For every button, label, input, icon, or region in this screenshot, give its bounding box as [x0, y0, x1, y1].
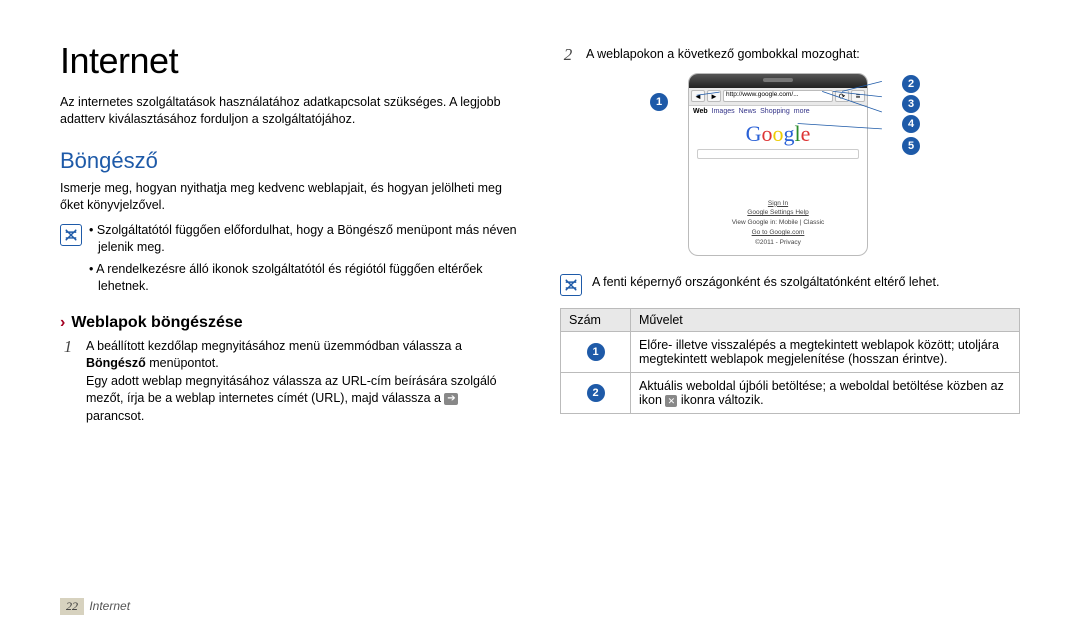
footer-section: Internet — [89, 599, 130, 613]
step1-text-a: A beállított kezdőlap megnyitásához menü… — [86, 339, 462, 353]
row-text: Előre- illetve visszalépés a megtekintet… — [631, 332, 1020, 373]
intro-text: Az internetes szolgáltatások használatáh… — [60, 94, 520, 128]
note-box-right: A fenti képernyő országonként és szolgál… — [560, 272, 1020, 296]
step2-text: A weblapokon a következő gombokkal mozog… — [586, 46, 860, 65]
stop-x-icon: ✕ — [665, 395, 677, 407]
callout-2: 2 — [902, 75, 920, 93]
note-bullet-list: Szolgáltatótól függően előfordulhat, hog… — [92, 222, 520, 300]
browser-intro: Ismerje meg, hogyan nyithatja meg kedven… — [60, 180, 520, 214]
note-bullet: A rendelkezésre álló ikonok szolgáltatót… — [92, 261, 520, 296]
col-num-header: Szám — [561, 309, 631, 332]
step-number: 1 — [60, 338, 76, 426]
callout-1: 1 — [650, 93, 668, 111]
callout-5: 5 — [902, 137, 920, 155]
step1-text-b: menüpontot. — [146, 356, 219, 370]
step-1: 1 A beállított kezdőlap megnyitásához me… — [60, 338, 520, 426]
callout-lines — [660, 73, 920, 257]
table-row: 2 Aktuális weboldal újbóli betöltése; a … — [561, 373, 1020, 414]
note-bullet: Szolgáltatótól függően előfordulhat, hog… — [92, 222, 520, 257]
note-box-left: Szolgáltatótól függően előfordulhat, hog… — [60, 222, 520, 300]
chevron-icon: › — [60, 314, 65, 332]
section-browser-heading: Böngésző — [60, 148, 520, 174]
col-op-header: Művelet — [631, 309, 1020, 332]
step1-bold: Böngésző — [86, 356, 146, 370]
page-footer: 22 Internet — [60, 598, 130, 615]
operations-table: Szám Művelet 1 Előre- illetve visszalépé… — [560, 308, 1020, 414]
page-number: 22 — [60, 598, 84, 615]
page-title: Internet — [60, 40, 520, 82]
row-badge: 2 — [587, 384, 605, 402]
step1-para2-a: Egy adott weblap megnyitásához válassza … — [86, 374, 497, 406]
note-icon — [560, 274, 582, 296]
callout-4: 4 — [902, 115, 920, 133]
row-badge: 1 — [587, 343, 605, 361]
go-arrow-icon: ➔ — [444, 393, 458, 405]
table-row: 1 Előre- illetve visszalépés a megtekint… — [561, 332, 1020, 373]
subsection-heading: Weblapok böngészése — [71, 314, 242, 332]
device-figure: ◄ ► http://www.google.com/... ⟳ ≡ Web Im… — [660, 73, 920, 257]
note-icon — [60, 224, 82, 246]
step-2: 2 A weblapokon a következő gombokkal moz… — [560, 46, 1020, 65]
step-number: 2 — [560, 46, 576, 65]
note-right-text: A fenti képernyő országonként és szolgál… — [592, 272, 939, 296]
row-text: Aktuális weboldal újbóli betöltése; a we… — [631, 373, 1020, 414]
callout-3: 3 — [902, 95, 920, 113]
step1-para2-b: parancsot. — [86, 409, 144, 423]
